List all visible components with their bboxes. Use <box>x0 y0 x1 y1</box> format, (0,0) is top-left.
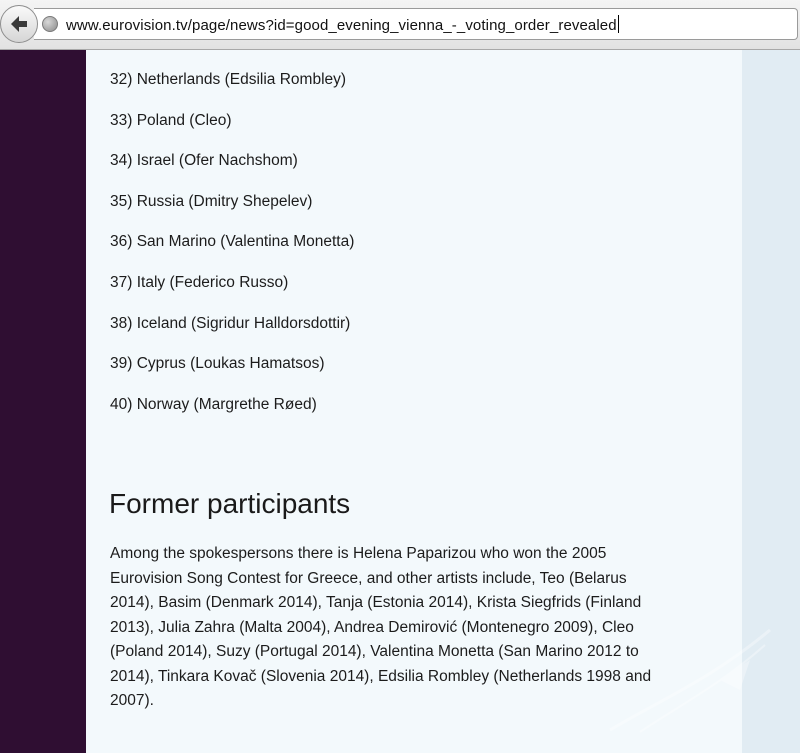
list-item: 37) Italy (Federico Russo) <box>110 273 289 291</box>
left-sidebar-band <box>0 50 86 753</box>
watermark-icon <box>609 628 771 733</box>
list-item: 38) Iceland (Sigridur Halldorsdottir) <box>110 314 351 332</box>
list-item: 33) Poland (Cleo) <box>110 111 232 129</box>
list-item: 32) Netherlands (Edsilia Rombley) <box>110 71 347 88</box>
paragraph-line: Among the spokespersons there is Helena … <box>110 545 607 562</box>
url-input[interactable]: www.eurovision.tv/page/news?id=good_even… <box>66 15 619 34</box>
list-item: 36) San Marino (Valentina Monetta) <box>110 233 355 251</box>
list-item: 35) Russia (Dmitry Shepelev) <box>110 192 313 210</box>
back-button[interactable] <box>0 5 38 43</box>
section-heading: Former participants <box>109 488 351 519</box>
browser-toolbar: www.eurovision.tv/page/news?id=good_even… <box>0 0 800 50</box>
globe-icon <box>42 16 58 32</box>
paragraph-line: 2014), Basim (Denmark 2014), Tanja (Esto… <box>110 594 642 611</box>
paragraph-line: Eurovision Song Contest for Greece, and … <box>110 569 627 587</box>
address-bar[interactable]: www.eurovision.tv/page/news?id=good_even… <box>34 8 798 40</box>
list-item: 40) Norway (Margrethe Røed) <box>110 395 317 413</box>
text-caret <box>617 15 619 33</box>
url-text: www.eurovision.tv/page/news?id=good_even… <box>66 17 617 34</box>
list-item: 39) Cyprus (Loukas Hamatsos) <box>110 355 325 373</box>
voting-order-list: 32) Netherlands (Edsilia Rombley) 33) Po… <box>110 68 354 433</box>
list-item: 34) Israel (Ofer Nachshom) <box>110 152 298 170</box>
back-arrow-icon <box>11 16 27 32</box>
